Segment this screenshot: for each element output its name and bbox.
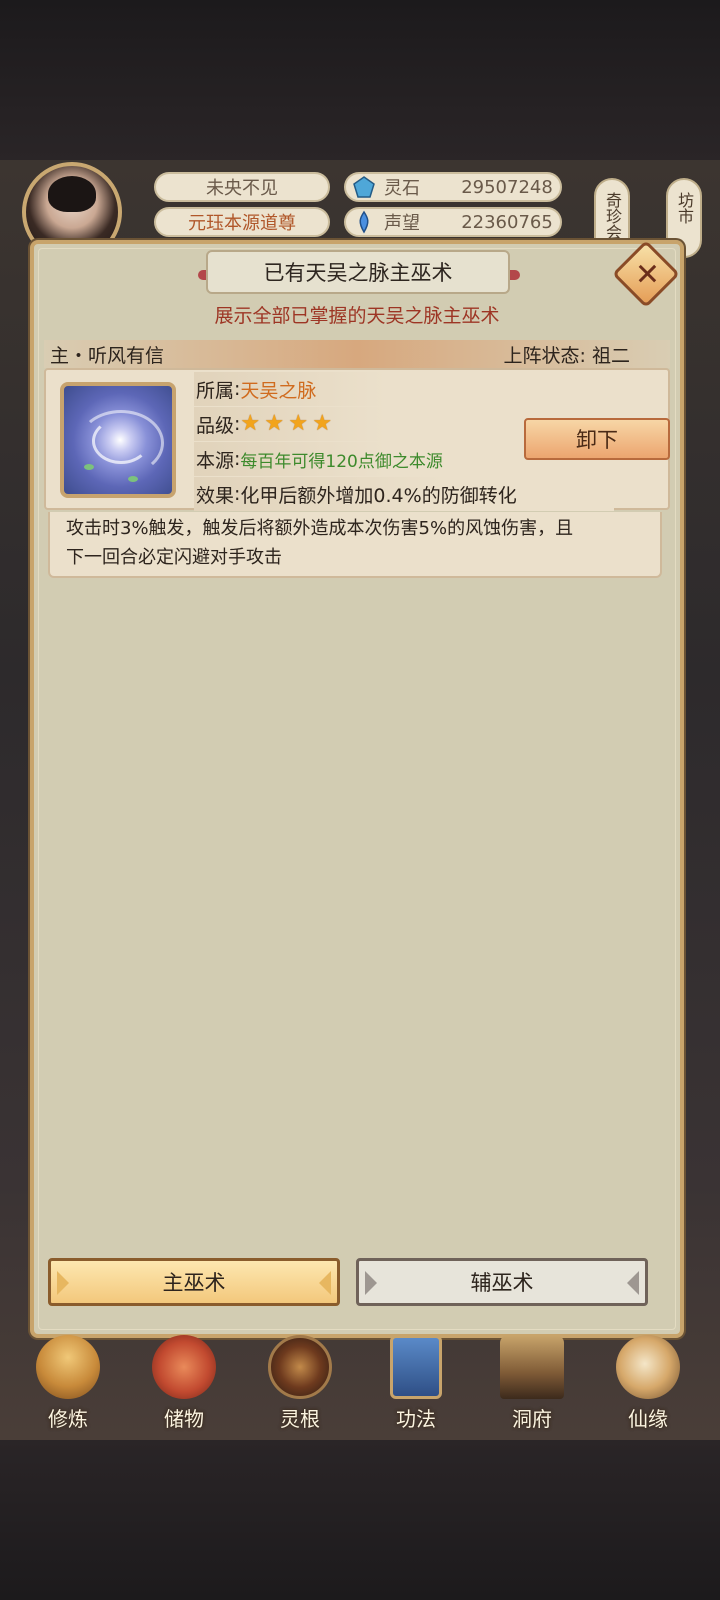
unequip-button[interactable]: 卸下: [524, 418, 670, 460]
prestige-icon: [359, 210, 369, 234]
leaf-decoration: [84, 464, 94, 470]
source-value: 每百年可得120点御之本源: [240, 451, 443, 472]
resource-prestige: 声望 22360765: [344, 207, 562, 237]
source-label: 本源: [196, 449, 235, 472]
skill-name: 主・听风有信: [50, 345, 165, 367]
technique-book-icon: [390, 1335, 442, 1399]
immortal-fate-icon: [616, 1335, 680, 1399]
nav-item-storage[interactable]: 储物: [126, 1325, 242, 1437]
player-title: 元珏本源道尊: [154, 207, 330, 237]
grade-row: 品级: ★ ★ ★ ★: [196, 407, 334, 441]
attribute-row: 所属: 天吴之脉: [196, 372, 316, 406]
deploy-status-value: 祖二: [591, 345, 630, 367]
side-tab-label: 奇珍会: [603, 192, 622, 240]
skill-description: 攻击时3%触发，触发后将额外造成本次伤害5%的风蚀伤害，且 下一回合必定闪避对手…: [48, 512, 662, 578]
spirit-stone-icon: [353, 176, 375, 198]
effect-value: 化甲后额外增加0.4%的防御转化: [240, 484, 517, 507]
description-line: 下一回合必定闪避对手攻击: [66, 547, 282, 568]
tab-aux-sorcery[interactable]: 辅巫术: [356, 1258, 648, 1306]
tab-arrow-left-icon: [57, 1271, 69, 1295]
leaf-decoration: [128, 476, 138, 482]
dialog-subtitle: 展示全部已掌握的天吴之脉主巫术: [214, 305, 500, 327]
star-icon: ★: [240, 411, 261, 436]
tab-main-sorcery[interactable]: 主巫术: [48, 1258, 340, 1306]
avatar-hair: [48, 176, 96, 212]
nav-item-cultivate[interactable]: 修炼: [10, 1325, 126, 1437]
star-icon: ★: [264, 411, 285, 436]
star-icon: ★: [288, 411, 309, 436]
deploy-status-label: 上阵状态: [503, 345, 580, 367]
resource-spirit-stone: 灵石 29507248: [344, 172, 562, 202]
deploy-status: 上阵状态: 祖二: [503, 345, 630, 367]
skill-card: 所属: 天吴之脉 品级: ★ ★ ★ ★ 本源: 每百年可得120点御之本源 效果:…: [44, 368, 670, 511]
grade-label: 品级: [196, 414, 235, 437]
tab-arrow-right-icon: [627, 1271, 639, 1295]
tab-arrow-right-icon: [319, 1271, 331, 1295]
tab-arrow-left-icon: [365, 1271, 377, 1295]
attribute-value: 天吴之脉: [240, 379, 317, 402]
nav-item-fate[interactable]: 仙缘: [590, 1325, 706, 1437]
nav-label: 灵根: [280, 1407, 320, 1431]
nav-label: 洞府: [512, 1407, 552, 1431]
resource-value: 22360765: [461, 211, 553, 233]
side-tab-label: 坊市: [675, 192, 694, 224]
wind-swirl-icon[interactable]: [60, 382, 176, 498]
tab-label: 主巫术: [162, 1271, 226, 1295]
skill-dialog: 已有天吴之脉主巫术 ✕ 展示全部已掌握的天吴之脉主巫术 主・听风有信 上阵状态:…: [30, 240, 684, 1338]
cultivate-icon: [36, 1335, 100, 1399]
bottom-nav: 修炼 储物 灵根 功法 洞府 仙缘: [0, 1325, 720, 1440]
top-letterbox: [0, 0, 720, 160]
player-name: 未央不见: [154, 172, 330, 202]
resource-name: 灵石: [384, 178, 420, 199]
source-row: 本源: 每百年可得120点御之本源: [196, 442, 443, 476]
dialog-title: 已有天吴之脉主巫术: [206, 250, 510, 294]
description-line: 攻击时3%触发，触发后将额外造成本次伤害5%的风蚀伤害，且: [66, 518, 574, 539]
spirit-root-icon: [268, 1335, 332, 1399]
storage-bag-icon: [152, 1335, 216, 1399]
swirl-stroke: [92, 418, 150, 464]
star-icon: ★: [312, 411, 333, 436]
tab-label: 辅巫术: [470, 1271, 534, 1295]
nav-label: 仙缘: [628, 1407, 668, 1431]
nav-item-spirit-root[interactable]: 灵根: [242, 1325, 358, 1437]
nav-item-technique[interactable]: 功法: [358, 1325, 474, 1437]
effect-row: 效果: 化甲后额外增加0.4%的防御转化: [196, 477, 517, 511]
effect-label: 效果: [196, 484, 235, 507]
nav-item-cave[interactable]: 洞府: [474, 1325, 590, 1437]
attribute-label: 所属: [196, 379, 235, 402]
close-icon: ✕: [634, 257, 660, 293]
resource-value: 29507248: [461, 176, 553, 198]
skill-header: 主・听风有信 上阵状态: 祖二: [44, 340, 670, 368]
resource-name: 声望: [384, 213, 420, 234]
nav-label: 功法: [396, 1407, 436, 1431]
grade-stars: ★ ★ ★ ★: [240, 413, 334, 435]
nav-label: 修炼: [48, 1407, 88, 1431]
cave-dwelling-icon: [500, 1335, 564, 1399]
nav-label: 储物: [164, 1407, 204, 1431]
bottom-letterbox: [0, 1440, 720, 1600]
